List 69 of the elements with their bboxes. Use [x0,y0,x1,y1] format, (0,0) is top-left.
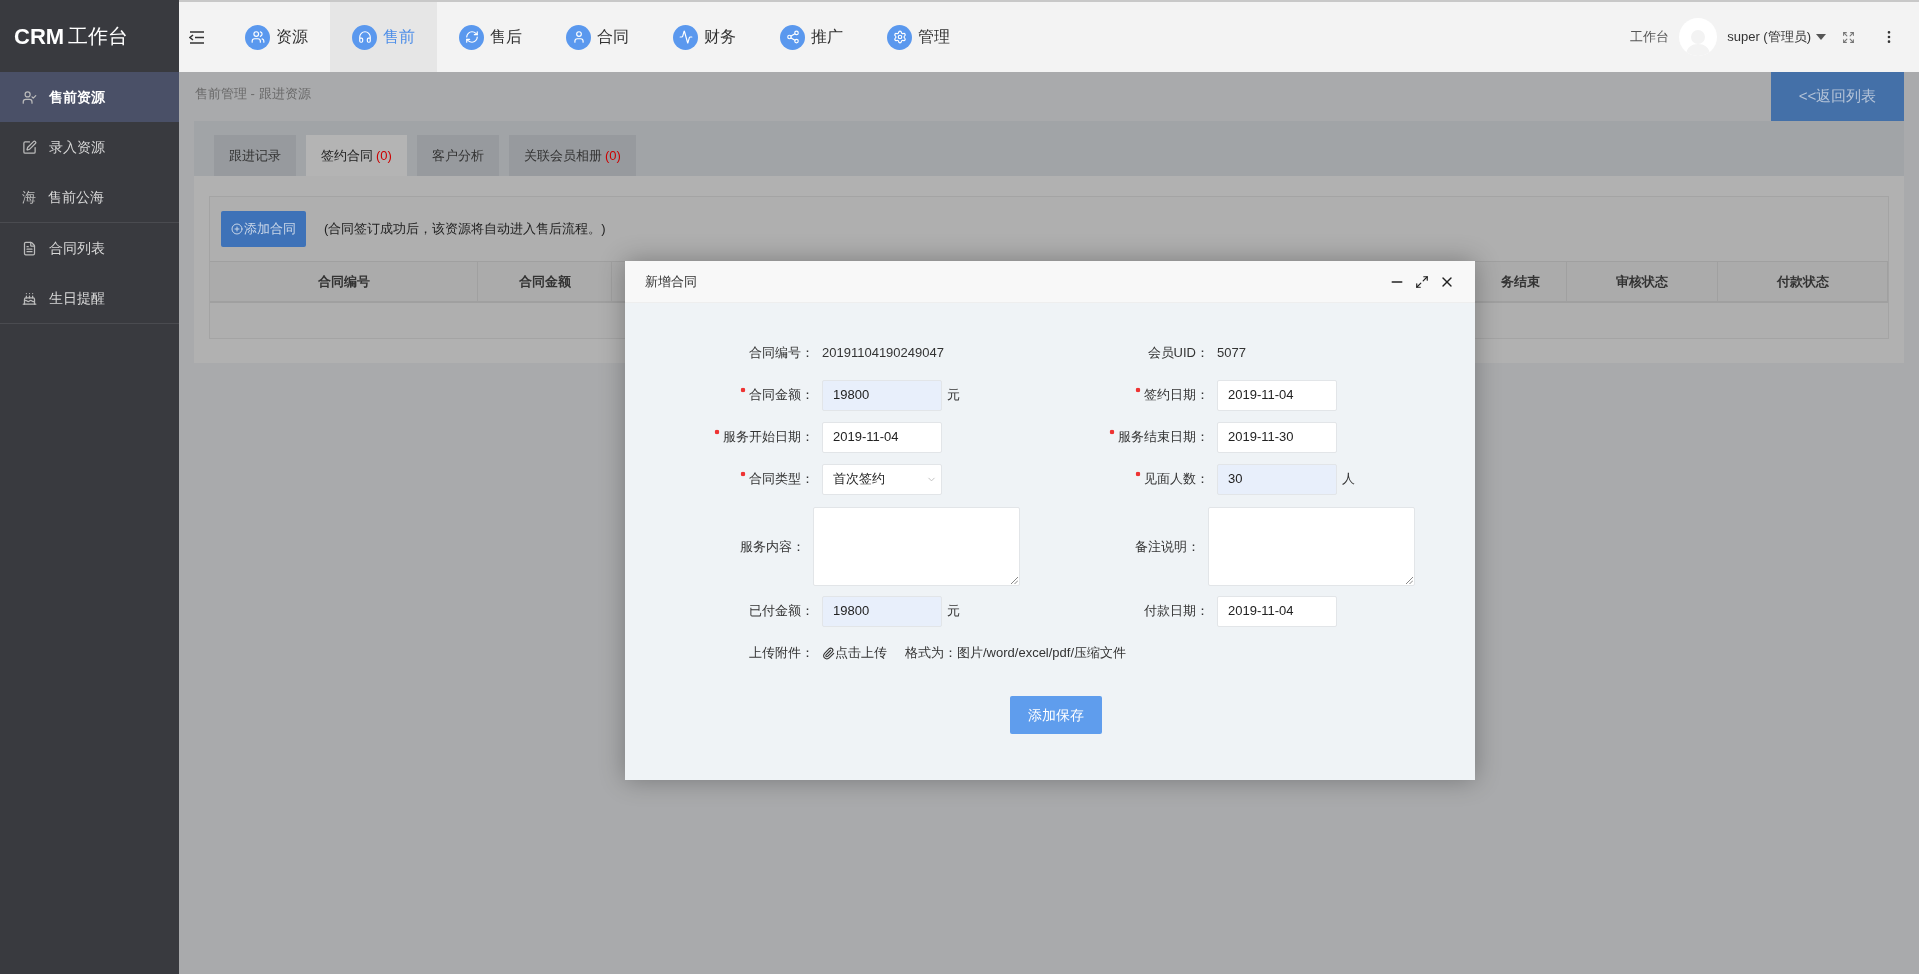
sidebar-item-icon [22,290,37,306]
nav-tab[interactable]: 财务 [651,2,758,72]
upload-link[interactable]: 点击上传 [822,643,887,663]
select-field[interactable]: 首次签约 [822,463,942,495]
sidebar-item-icon [22,240,37,256]
tab[interactable]: 客户分析 [416,135,499,176]
column-header: 付款状态 [1718,262,1888,301]
nav-tab[interactable]: 合同 [544,2,651,72]
resize-grip-icon [1406,577,1413,584]
input-field[interactable]: 30 [1217,463,1337,495]
tab[interactable]: 签约合同 (0) [306,135,407,176]
paperclip-icon [822,646,835,660]
fullscreen-icon[interactable] [1842,30,1855,44]
format-hint: 格式为：图片/word/excel/pdf/压缩文件 [905,644,1127,663]
input-field[interactable]: 2019-11-04 [822,421,942,453]
nav-icon [566,24,591,50]
sidebar-item[interactable]: 录入资源 [0,122,179,172]
field-label: 服务内容： [740,537,806,556]
input-field[interactable]: 2019-11-30 [1217,421,1337,453]
nav-icon [887,24,912,50]
add-contract-button[interactable]: 添加合同 [221,211,306,247]
resize-grip-icon [1011,577,1018,584]
input-field[interactable]: 2019-11-04 [1217,379,1337,411]
sidebar-item[interactable]: 售前资源 [0,72,179,122]
menu-icon[interactable] [189,30,205,44]
field-value: 20191104190249047 [822,344,944,363]
unit-label: 元 [947,602,960,621]
nav-icon [673,24,698,50]
caret-icon [1816,34,1826,40]
tab[interactable]: 跟进记录 [214,135,296,176]
field-label: 上传附件： [749,644,814,663]
field-label: 合同编号： [749,344,814,363]
nav-icon [459,24,484,50]
field-label: 会员UID： [1147,344,1209,363]
input-field[interactable]: 19800 [822,379,942,411]
logo-text: CRM [14,22,65,51]
field-label: 备注说明： [1135,537,1201,556]
dialog-title: 新增合同 [645,272,698,291]
nav-tab[interactable]: 资源 [223,2,330,72]
sidebar-item[interactable]: 海 售前公海 [0,172,179,222]
input-field[interactable]: 2019-11-04 [1217,595,1337,627]
column-header: 合同编号 [210,262,478,301]
nav-icon [245,24,270,50]
logo-subtitle: 工作台 [68,24,129,49]
nav-tab[interactable]: 推广 [758,2,865,72]
user-menu[interactable]: super (管理员) [1727,27,1826,47]
field-label: 已付金额： [749,602,814,621]
field-label: 付款日期： [1144,602,1209,621]
breadcrumb: 售前管理 - 跟进资源 [195,85,311,103]
column-header: 审核状态 [1567,262,1718,301]
unit-label: 人 [1342,470,1355,489]
maximize-icon[interactable] [1415,274,1429,289]
unit-label: 元 [947,386,960,405]
notice-text: (合同签订成功后，该资源将自动进入售后流程。) [324,220,606,239]
sidebar-item[interactable]: 生日提醒 [0,273,179,323]
nav-icon [352,24,377,50]
nav-icon [780,24,805,50]
nav-tab[interactable]: 管理 [865,2,972,72]
sidebar-glyph: 海 [22,187,36,207]
input-field[interactable]: 19800 [822,595,942,627]
sidebar-item-icon [22,139,37,155]
sidebar-item[interactable]: 合同列表 [0,223,179,273]
column-header: 合同金额 [478,262,612,301]
field-value: 5077 [1217,344,1246,363]
nav-tab[interactable]: 售后 [437,2,544,72]
sidebar-item-icon [22,89,37,105]
plus-icon [231,223,243,235]
tab[interactable]: 关联会员相册 (0) [508,135,636,176]
workbench-link[interactable]: 工作台 [1630,27,1670,47]
